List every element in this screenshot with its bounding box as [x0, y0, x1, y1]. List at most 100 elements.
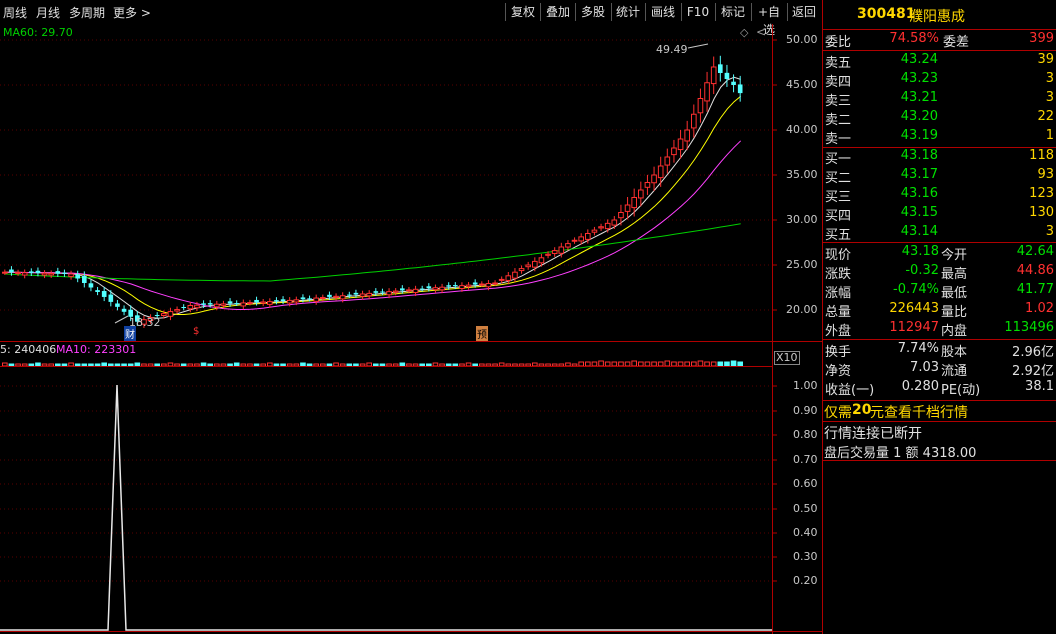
add-watchlist-button[interactable]: +自选: [752, 3, 786, 37]
candle-body: [545, 253, 551, 256]
disconnected-text: 行情连接已断开: [824, 426, 922, 442]
candle-body: [240, 302, 247, 307]
candle-body: [453, 285, 458, 287]
price-tick: 25.00: [786, 258, 818, 271]
candle-body: [731, 81, 736, 85]
f10-button[interactable]: F10: [682, 3, 714, 21]
candle-body: [366, 292, 372, 297]
stat-row: 换手 7.74% 股本 2.96亿: [823, 341, 1056, 360]
diamond-icon[interactable]: ◇: [740, 26, 748, 39]
candle-body: [320, 296, 326, 299]
order-volume: 3: [1045, 71, 1054, 86]
order-label: 卖四: [825, 75, 852, 90]
statistics-button[interactable]: 统计: [612, 3, 644, 21]
mark-button[interactable]: 标记: [716, 3, 750, 21]
volume-chart[interactable]: 5: 240406 MA10: 223301 X10: [0, 342, 822, 367]
stat-label: 流通: [941, 364, 968, 379]
order-price: 43.15: [900, 205, 938, 220]
candle-body: [465, 284, 472, 288]
order-label: 卖五: [825, 56, 852, 71]
volume-bars: [2, 360, 743, 367]
indicator-tick: 0.30: [793, 550, 818, 563]
quote-row: 涨幅 -0.74% 最低 41.77: [823, 282, 1056, 301]
candle-body: [339, 295, 346, 300]
stat-value: 2.96亿: [1012, 345, 1054, 360]
after-hours-text: 盘后交易量 1 额 4318.00: [824, 446, 977, 461]
kline-chart[interactable]: MA60: 29.70 ◇ < 50.00 45.00 40.00 35.00 …: [0, 24, 822, 342]
candle-body: [479, 283, 485, 286]
order-price: 43.20: [900, 109, 938, 124]
forecast-marker[interactable]: 预: [476, 326, 488, 341]
candle-body: [9, 269, 14, 273]
quote-label: 今开: [941, 248, 968, 263]
candle-body: [15, 272, 21, 275]
after-hours-row: 盘后交易量 1 额 4318.00: [823, 442, 1056, 461]
ma60-line: [5, 223, 741, 282]
financial-report-marker[interactable]: 财: [124, 326, 136, 341]
candle-body: [82, 275, 87, 283]
order-price: 43.18: [900, 148, 938, 163]
candle-body: [446, 285, 451, 287]
promo-link[interactable]: 仅需 20 元查看千档行情: [823, 402, 1056, 421]
monthly-tab[interactable]: 月线: [36, 4, 60, 21]
candle-body: [267, 301, 273, 305]
overlay-button[interactable]: 叠加: [541, 3, 575, 21]
candle-body: [498, 278, 505, 281]
stat-label: 换手: [825, 345, 852, 360]
chevron-left-icon[interactable]: <: [756, 25, 766, 39]
dividend-marker[interactable]: $: [193, 326, 199, 337]
indicator-tick: 0.60: [793, 477, 818, 490]
ma5-line: [5, 76, 741, 319]
indicator-chart[interactable]: 1.00 0.90 0.80 0.70 0.60 0.50 0.40 0.30 …: [0, 367, 822, 634]
draw-line-button[interactable]: 画线: [646, 3, 680, 21]
candle-body: [485, 283, 492, 288]
x10-scale-toggle[interactable]: X10: [774, 351, 800, 365]
connection-status: 行情连接已断开: [823, 423, 1056, 442]
stat-label: PE(动): [941, 383, 981, 398]
candlesticks: [2, 55, 743, 328]
candle-body: [286, 299, 293, 304]
quote-value: 41.77: [1016, 282, 1054, 297]
weibi-value: 74.58%: [889, 31, 939, 46]
promo-text-b: 20: [852, 402, 872, 418]
candle-body: [532, 260, 538, 268]
weekly-tab[interactable]: 周线: [3, 4, 27, 21]
candle-body: [201, 303, 206, 305]
promo-text-a: 仅需: [824, 405, 852, 421]
order-price: 43.14: [900, 224, 938, 239]
candle-body: [260, 301, 266, 304]
more-menu[interactable]: 更多 >: [113, 4, 151, 21]
quote-row: 现价 43.18 今开 42.64: [823, 244, 1056, 263]
order-volume: 93: [1037, 167, 1054, 182]
stock-code: 300481: [857, 6, 916, 22]
quote-value: 44.86: [1016, 263, 1054, 278]
multi-stock-button[interactable]: 多股: [576, 3, 610, 21]
multi-period-tab[interactable]: 多周期: [69, 4, 105, 21]
back-button[interactable]: 返回: [788, 3, 820, 21]
order-label: 买三: [825, 190, 852, 205]
quote-row: 涨跌 -0.32 最高 44.86: [823, 263, 1056, 282]
moving-average-lines: [5, 76, 742, 319]
quote-label: 总量: [825, 305, 852, 320]
candle-body: [724, 72, 730, 79]
quote-label: 现价: [825, 248, 852, 263]
price-tick: 45.00: [786, 78, 818, 91]
candle-body: [426, 286, 432, 289]
sell-order-row: 卖四 43.23 3: [823, 71, 1056, 90]
indicator-line: [0, 384, 772, 631]
quote-value: 42.64: [1016, 244, 1054, 259]
top-toolbar: 周线 月线 多周期 更多 > 复权 叠加 多股 统计 画线 F10 标记 +自选…: [0, 0, 822, 37]
candle-body: [174, 309, 180, 312]
candle-body: [214, 303, 220, 308]
stat-value: 0.280: [901, 379, 939, 394]
candle-body: [2, 271, 8, 274]
kline-canvas: [0, 39, 777, 328]
candle-body: [55, 271, 61, 274]
order-volume: 3: [1045, 224, 1054, 239]
candle-body: [677, 138, 684, 151]
buy-order-row: 买二 43.17 93: [823, 167, 1056, 186]
stat-value: 2.92亿: [1012, 364, 1054, 379]
adjust-button[interactable]: 复权: [507, 3, 539, 21]
price-tick: 30.00: [786, 213, 818, 226]
candle-body: [359, 293, 366, 297]
